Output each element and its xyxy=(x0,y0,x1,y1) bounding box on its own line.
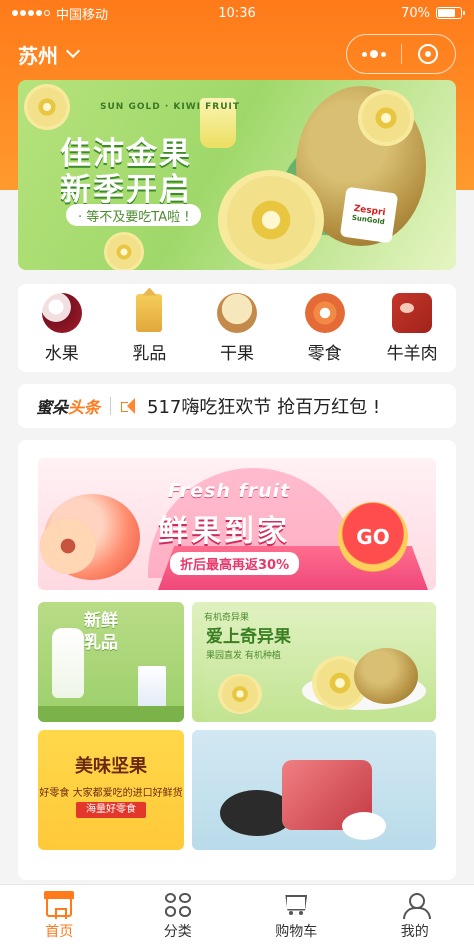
tab-cart[interactable]: 购物车 xyxy=(237,885,356,948)
chevron-down-icon xyxy=(65,43,81,59)
tab-category[interactable]: 分类 xyxy=(119,885,238,948)
kiwi-half-image xyxy=(218,674,262,714)
miniprogram-capsule xyxy=(346,34,456,74)
news-brand-part2: 头条 xyxy=(68,398,101,417)
stand-decoration xyxy=(38,706,184,722)
tab-bar: 首页 分类 购物车 我的 xyxy=(0,884,474,948)
nut-icon xyxy=(216,292,257,333)
more-icon[interactable] xyxy=(347,50,401,58)
category-dairy[interactable]: 乳品 xyxy=(109,293,189,364)
dairy-tile[interactable]: 新鲜 乳品 xyxy=(38,602,184,722)
nuts-title: 美味坚果 xyxy=(75,756,147,777)
signal-icon xyxy=(12,10,50,16)
category-label: 干果 xyxy=(219,343,254,364)
tab-label: 分类 xyxy=(163,923,192,940)
kiwi-tile-subtitle: 果园直发 有机种植 xyxy=(206,651,281,661)
kiwi-half-image xyxy=(218,170,324,270)
category-bar: 水果 乳品 干果 零食 牛羊肉 xyxy=(18,284,456,372)
bowl-image xyxy=(342,812,386,840)
news-brand: 蜜朵头条 xyxy=(36,394,100,418)
banner-brand-small: SUN GOLD · KIWI FRUIT xyxy=(100,102,240,112)
kiwi-slice-image xyxy=(24,84,70,130)
promo-section: Fresh fruit 鲜果到家 折后最高再返30% GO 新鲜 乳品 有机奇异… xyxy=(18,440,456,880)
category-grid-icon xyxy=(164,892,191,917)
banner-pill: · 等不及要吃TA啦 ! xyxy=(66,204,202,226)
top-nav: 苏州 xyxy=(0,30,474,78)
fresh-en-title: Fresh fruit xyxy=(168,480,291,502)
category-fruit[interactable]: 水果 xyxy=(22,292,102,364)
status-time: 10:36 xyxy=(218,5,256,21)
city-selector[interactable]: 苏州 xyxy=(18,40,81,69)
news-ticker[interactable]: 蜜朵头条 517嗨吃狂欢节 抢百万红包 ! xyxy=(18,384,456,428)
kiwi-tile-title: 爱上奇异果 xyxy=(206,627,291,647)
city-name: 苏州 xyxy=(18,43,58,68)
kiwi-half-image xyxy=(358,90,414,146)
news-brand-part1: 蜜朵 xyxy=(36,398,69,417)
tab-label: 首页 xyxy=(45,923,74,940)
tab-label: 我的 xyxy=(400,923,429,940)
milk-bottle-image xyxy=(52,628,84,698)
tab-mine[interactable]: 我的 xyxy=(356,885,474,948)
kiwi-tile[interactable]: 有机奇异果 爱上奇异果 果园直发 有机种植 xyxy=(192,602,436,722)
user-icon xyxy=(402,892,431,919)
close-target-icon[interactable] xyxy=(402,44,456,64)
meat-icon xyxy=(392,292,433,333)
category-nuts[interactable]: 干果 xyxy=(197,292,277,364)
lychee-icon xyxy=(41,292,82,333)
news-divider xyxy=(110,397,112,415)
category-label: 牛羊肉 xyxy=(386,343,438,364)
kiwi-whole-image xyxy=(354,648,418,704)
battery-percent: 70% xyxy=(401,5,430,21)
fresh-fruit-banner[interactable]: Fresh fruit 鲜果到家 折后最高再返30% GO xyxy=(38,458,436,590)
meat-tile[interactable] xyxy=(192,730,436,850)
dairy-title: 新鲜 乳品 xyxy=(84,611,118,653)
news-text: 517嗨吃狂欢节 抢百万红包 ! xyxy=(147,397,381,418)
nuts-tile[interactable]: 美味坚果 好零食 大家都爱吃的进口好鲜货 海量好零食 xyxy=(38,730,184,850)
peach-slice-image xyxy=(40,518,96,574)
milk-carton-icon xyxy=(136,293,163,332)
category-meat[interactable]: 牛羊肉 xyxy=(372,292,452,364)
nuts-subtitle: 好零食 大家都爱吃的进口好鲜货 xyxy=(39,788,183,799)
banner-title-line2: 新季开启 xyxy=(60,172,192,208)
hero-banner[interactable]: SUN GOLD · KIWI FRUIT 佳沛金果 新季开启 · 等不及要吃T… xyxy=(18,80,456,270)
category-snacks[interactable]: 零食 xyxy=(285,292,365,364)
category-label: 乳品 xyxy=(132,343,167,364)
donut-icon xyxy=(304,292,345,333)
zespri-logo: Zespri SunGold xyxy=(339,186,399,244)
status-bar: 中国移动 10:36 70% xyxy=(0,0,474,26)
category-label: 零食 xyxy=(307,343,342,364)
battery-icon xyxy=(436,7,465,19)
tab-label: 购物车 xyxy=(275,923,318,940)
go-button[interactable]: GO xyxy=(338,502,408,572)
speaker-icon xyxy=(121,398,139,414)
fresh-subtitle: 折后最高再返30% xyxy=(170,552,300,575)
carrier-name: 中国移动 xyxy=(56,7,109,23)
nuts-badge: 海量好零食 xyxy=(76,802,146,818)
cart-icon xyxy=(283,893,309,917)
tab-home[interactable]: 首页 xyxy=(0,885,119,948)
home-store-icon xyxy=(44,890,75,919)
kiwi-slice-image xyxy=(104,232,144,270)
category-label: 水果 xyxy=(44,343,79,364)
fresh-cn-title: 鲜果到家 xyxy=(158,514,290,549)
